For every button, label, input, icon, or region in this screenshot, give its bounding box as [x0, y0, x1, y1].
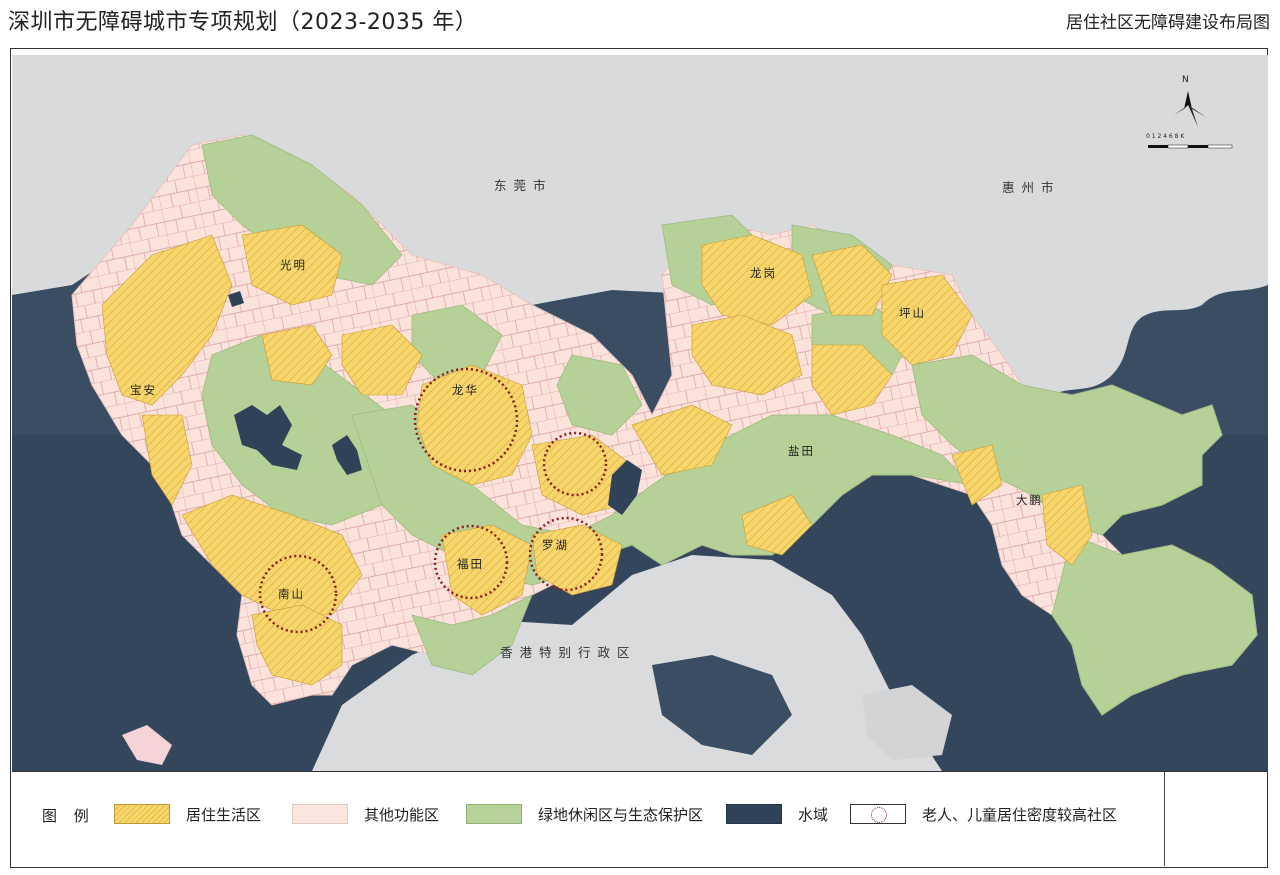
label-longgang: 龙岗	[750, 266, 777, 280]
label-yantian: 盐田	[788, 444, 815, 458]
scale-bar-icon	[1148, 144, 1233, 149]
legend-label: 其他功能区	[364, 805, 440, 824]
label-luohu: 罗湖	[542, 538, 569, 552]
dotted-circle-swatch	[850, 804, 906, 824]
residential-swatch	[114, 804, 170, 824]
legend-item-green: 绿地休闲区与生态保护区	[466, 803, 703, 825]
label-nanshan: 南山	[278, 587, 305, 601]
label-baoan: 宝安	[130, 383, 157, 397]
label-longhua: 龙华	[452, 383, 479, 397]
legend-label: 水域	[798, 805, 829, 824]
legend-label: 绿地休闲区与生态保护区	[538, 805, 704, 824]
legend-divider	[1164, 772, 1165, 866]
map-canvas[interactable]: 东莞市 惠州市 香港特别行政区 光明 宝安 龙华 龙岗 坪山 盐田 大鹏 福田 …	[12, 55, 1268, 771]
legend-item-water: 水域	[726, 803, 828, 825]
legend-label: 居住生活区	[186, 805, 262, 824]
label-guangming: 光明	[280, 258, 307, 272]
legend-label: 老人、儿童居住密度较高社区	[922, 805, 1118, 824]
label-dongguan: 东莞市	[494, 178, 553, 193]
other-function-swatch	[292, 804, 348, 824]
map-subtitle: 居住社区无障碍建设布局图	[1066, 13, 1270, 33]
water-swatch	[726, 804, 782, 824]
legend-item-other-function: 其他功能区	[292, 803, 439, 825]
label-huizhou: 惠州市	[1002, 180, 1061, 195]
label-pingshan: 坪山	[899, 306, 926, 320]
legend-title: 图 例	[42, 807, 95, 825]
map-svg	[12, 55, 1268, 771]
label-hongkong: 香港特别行政区	[500, 645, 637, 660]
compass-north-label: N	[1182, 75, 1191, 85]
map-legend: 图 例 居住生活区 其他功能区 绿地休闲区与生态保护区 水域 老人、儿童居住密度…	[12, 771, 1268, 867]
legend-item-elderly-children: 老人、儿童居住密度较高社区	[850, 803, 1117, 825]
legend-item-residential: 居住生活区	[114, 803, 261, 825]
page-title: 深圳市无障碍城市专项规划（2023-2035 年）	[8, 10, 478, 35]
green-swatch	[466, 804, 522, 824]
label-futian: 福田	[457, 557, 484, 571]
label-dapeng: 大鹏	[1016, 493, 1043, 507]
scale-bar-label: 0 1 2 4 6 8 K	[1146, 133, 1185, 140]
